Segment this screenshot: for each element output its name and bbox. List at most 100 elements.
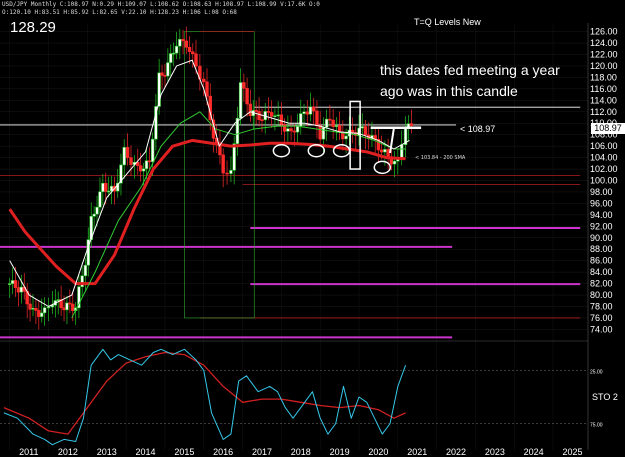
sto-k-line	[3, 348, 407, 446]
y-tick-label: 94.00	[590, 210, 613, 220]
candle-body	[68, 302, 72, 305]
candle-body	[383, 149, 387, 153]
candle-body	[324, 118, 329, 128]
circle-marker	[332, 143, 351, 158]
y-tick-label: 90.00	[590, 233, 613, 243]
candle-body	[221, 154, 225, 174]
candle-body	[37, 310, 41, 317]
sto-tick-label: 75.00	[590, 423, 603, 429]
y-tick-label: 116.00	[590, 84, 617, 94]
candle-body	[16, 287, 21, 293]
big-price: 128.29	[10, 19, 56, 36]
y-tick-label: 86.00	[590, 256, 613, 266]
candle-body	[257, 111, 261, 120]
candle-body	[13, 280, 18, 288]
y-tick-label: 78.00	[590, 302, 613, 312]
candle-body	[331, 119, 335, 127]
candle-body	[106, 190, 111, 193]
candle-body	[28, 303, 32, 310]
chart-title: T=Q Levels New	[414, 17, 481, 27]
candle-body	[292, 130, 297, 133]
header-line-2: O:120.10 H:83.51 H:85.92 L:82.65 V:22.10…	[2, 9, 237, 16]
x-tick-label: 2011	[19, 447, 38, 457]
candle-body	[321, 127, 326, 140]
x-tick-label: 2018	[291, 447, 311, 457]
candle-body	[305, 111, 309, 115]
sma-label: < 103.84 - 200 SMA	[415, 155, 466, 161]
candle-body	[191, 51, 195, 55]
y-tick-label: 76.00	[590, 313, 613, 323]
candle-body	[101, 182, 105, 193]
y-tick-label: 104.00	[590, 153, 618, 163]
candle-body	[276, 114, 280, 117]
y-tick-label: 112.00	[590, 107, 617, 117]
candle-body	[40, 312, 44, 317]
y-tick-label: 122.00	[590, 50, 618, 60]
candle-body	[273, 115, 277, 117]
candle-body	[245, 87, 249, 105]
candle-body	[328, 118, 332, 121]
candle-body	[194, 53, 198, 67]
y-tick-label: 74.00	[590, 324, 613, 334]
candle-body	[104, 182, 108, 192]
candle-body	[160, 72, 164, 76]
y-tick-label: 114.00	[590, 95, 617, 105]
candle-body	[34, 307, 38, 311]
candle-body	[269, 112, 274, 117]
candle-body	[334, 125, 339, 127]
candle-body	[171, 52, 176, 55]
candle-body	[238, 82, 243, 119]
candle-body	[46, 306, 51, 309]
candle-body	[129, 157, 133, 165]
candle-body	[289, 128, 293, 132]
candle-body	[62, 307, 66, 311]
candle-body	[83, 264, 88, 277]
candle-body	[141, 168, 146, 172]
x-tick-label: 2022	[446, 447, 466, 457]
candle-body	[409, 123, 414, 126]
y-tick-label: 126.00	[590, 27, 618, 37]
candle-body	[225, 172, 229, 175]
candle-body	[122, 147, 126, 166]
candle-body	[350, 129, 355, 133]
candle-body	[147, 160, 152, 163]
x-tick-label: 2016	[213, 447, 233, 457]
y-tick-label: 102.00	[590, 164, 618, 174]
candle-body	[166, 62, 170, 77]
candle-body	[163, 75, 167, 77]
candle-body	[202, 78, 206, 83]
sto-label: STO 2	[592, 392, 618, 402]
y-tick-label: 124.00	[590, 38, 618, 48]
y-tick-label: 120.00	[590, 61, 618, 71]
candle-body	[266, 111, 271, 113]
candle-body	[138, 165, 143, 172]
candle-body	[242, 82, 246, 89]
candle-body	[184, 40, 188, 48]
x-tick-label: 2012	[58, 447, 78, 457]
candle-body	[98, 191, 102, 208]
x-tick-label: 2013	[97, 447, 117, 457]
candle-body	[150, 138, 155, 163]
annotation-note: this dates fed meeting a year ago was in…	[380, 62, 560, 99]
candle-body	[71, 303, 75, 311]
header-line-1: USD/JPY Monthly C:108.97 N:0.29 H:109.07…	[2, 1, 320, 8]
candle-body	[299, 113, 303, 127]
sto-tick-label: 25.00	[590, 370, 603, 376]
candle-body	[260, 119, 264, 121]
current-price-label: < 108.97	[460, 124, 496, 134]
price-box: 108.97	[591, 123, 625, 134]
x-tick-label: 2019	[330, 447, 350, 457]
candle-body	[279, 114, 284, 125]
candle-body	[282, 124, 287, 132]
y-tick-label: 96.00	[590, 198, 613, 208]
candle-body	[254, 110, 258, 112]
y-tick-label: 98.00	[590, 187, 613, 197]
candle-body	[65, 302, 69, 311]
candle-body	[56, 299, 60, 301]
candle-body	[144, 160, 149, 170]
y-tick-label: 84.00	[590, 267, 613, 277]
candle-body	[344, 135, 348, 140]
candle-body	[386, 149, 390, 157]
candle-body	[92, 213, 96, 217]
candle-body	[19, 286, 24, 293]
